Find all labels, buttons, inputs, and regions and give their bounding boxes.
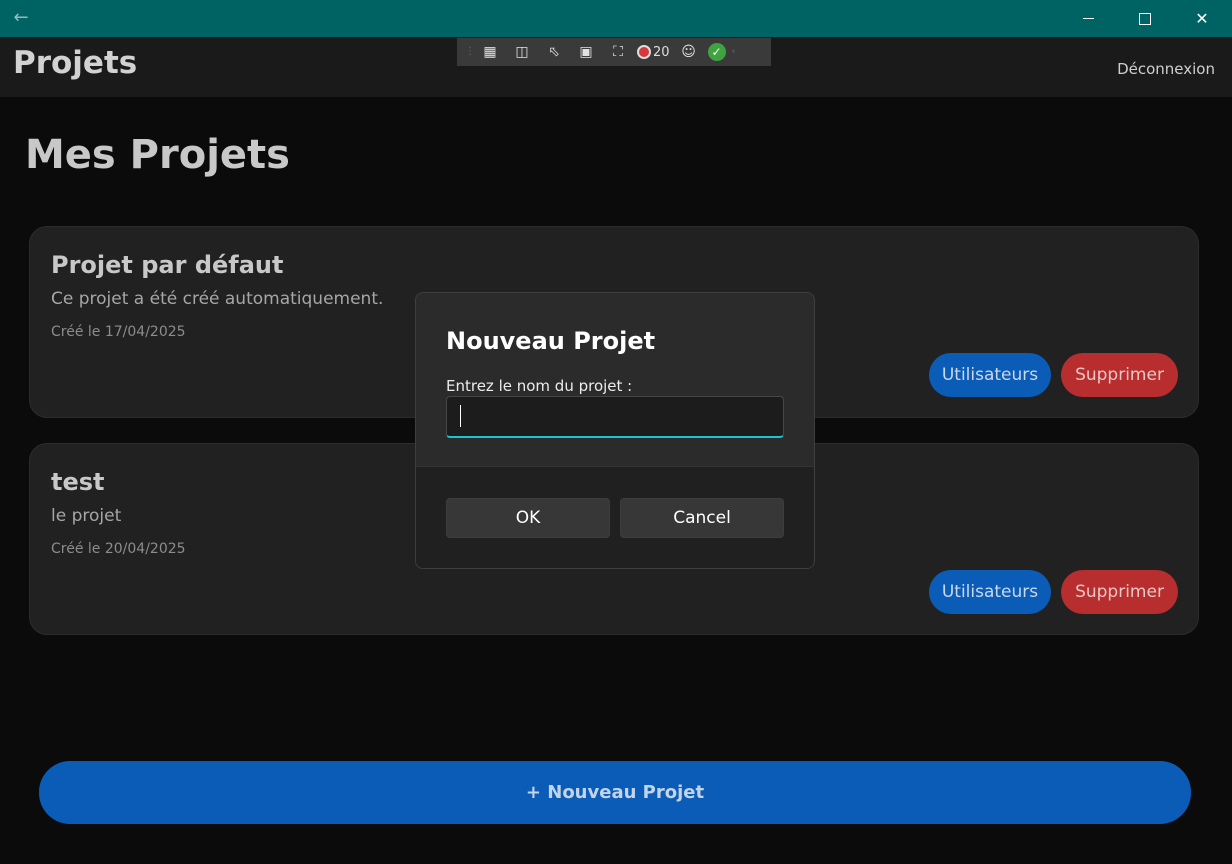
page-title: Mes Projets	[25, 132, 290, 178]
minimize-icon	[1082, 18, 1094, 19]
maximize-icon	[1139, 12, 1151, 25]
accessibility-icon[interactable]: ☺	[676, 41, 702, 63]
close-button[interactable]: ✕	[1174, 0, 1230, 37]
users-button[interactable]: Utilisateurs	[929, 570, 1051, 614]
live-visual-tree-icon[interactable]: ▦	[477, 41, 503, 63]
dialog-prompt: Entrez le nom du projet :	[446, 377, 633, 395]
project-name: Projet par défaut	[51, 251, 284, 279]
layout-adorner-icon[interactable]: ▣	[573, 41, 599, 63]
camera-icon[interactable]: ◫	[509, 41, 535, 63]
ok-button[interactable]: OK	[446, 498, 610, 538]
binding-errors-indicator[interactable]: 20	[637, 45, 670, 60]
dialog-title: Nouveau Projet	[446, 327, 656, 355]
title-bar: ← ✕	[0, 0, 1232, 37]
minimize-button[interactable]	[1060, 0, 1116, 37]
close-icon: ✕	[1195, 9, 1209, 28]
project-name: test	[51, 468, 105, 496]
new-project-button[interactable]: + Nouveau Projet	[39, 761, 1191, 824]
toolbar-grip-icon[interactable]: ⋮	[465, 44, 475, 60]
logout-link[interactable]: Déconnexion	[1117, 60, 1215, 78]
track-focus-icon[interactable]: ⛶	[605, 41, 631, 63]
delete-button[interactable]: Supprimer	[1061, 353, 1178, 397]
debug-toolbar: ⋮ ▦ ◫ ⬁ ▣ ⛶ 20 ☺ ✓ ‹	[457, 38, 771, 66]
project-created-date: Créé le 20/04/2025	[51, 541, 186, 557]
cancel-button[interactable]: Cancel	[620, 498, 784, 538]
back-button[interactable]: ←	[8, 6, 34, 30]
error-count: 20	[653, 44, 670, 60]
users-button[interactable]: Utilisateurs	[929, 353, 1051, 397]
arrow-left-icon: ←	[13, 7, 29, 28]
project-name-input[interactable]	[446, 396, 784, 438]
text-caret	[460, 405, 461, 427]
error-icon	[637, 45, 651, 59]
new-project-dialog: Nouveau Projet Entrez le nom du projet :…	[415, 292, 815, 569]
collapse-chevron-icon[interactable]: ‹	[732, 44, 738, 60]
checkmark-icon[interactable]: ✓	[707, 43, 726, 61]
select-element-icon[interactable]: ⬁	[541, 41, 567, 63]
delete-button[interactable]: Supprimer	[1061, 570, 1178, 614]
project-created-date: Créé le 17/04/2025	[51, 324, 186, 340]
project-description: Ce projet a été créé automatiquement.	[51, 289, 384, 309]
header-title: Projets	[13, 45, 138, 81]
maximize-button[interactable]	[1117, 0, 1173, 37]
project-description: le projet	[51, 506, 122, 526]
